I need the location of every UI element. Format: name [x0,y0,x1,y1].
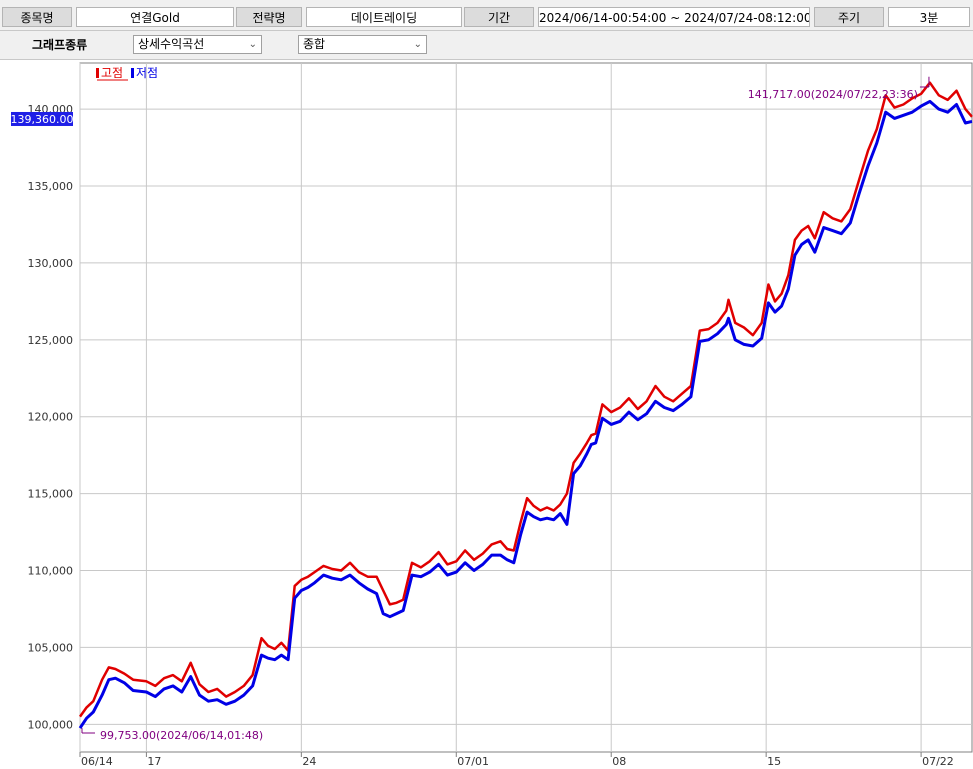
legend-high-label: 고점 [101,66,123,80]
y-tick-label: 120,000 [28,411,74,424]
y-tick-label: 135,000 [28,180,74,193]
period-label: 기간 [464,7,534,27]
legend-low-swatch [131,68,134,78]
symbol-value: 연결Gold [76,7,234,27]
y-tick-label: 110,000 [28,565,74,578]
legend-low-label: 저점 [136,66,158,80]
period-value: 2024/06/14-00:54:00 ~ 2024/07/24-08:12:0… [538,7,810,27]
x-tick-label: 17 [147,755,161,768]
chevron-down-icon: ⌄ [248,39,257,50]
current-value-label: 139,360.00 [11,113,74,126]
y-tick-label: 105,000 [28,641,74,654]
max-annotation-label: 141,717.00(2024/07/22,23:36) [748,88,918,101]
header-bar: 종목명 연결Gold 전략명 데이트레이딩 기간 2024/06/14-00:5… [0,0,973,31]
min-annotation-label: 99,753.00(2024/06/14,01:48) [100,729,263,742]
x-tick-label: 07/01 [457,755,489,768]
strategy-value: 데이트레이딩 [306,7,462,27]
graph-type-value: 상세수익곡선 [138,37,205,51]
y-tick-label: 130,000 [28,257,74,270]
legend-high-swatch [96,68,99,78]
x-tick-label: 24 [302,755,316,768]
y-tick-label: 115,000 [28,488,74,501]
x-tick-label: 15 [767,755,781,768]
x-tick-label: 07/22 [922,755,954,768]
y-tick-label: 125,000 [28,334,74,347]
symbol-label: 종목명 [2,7,72,27]
strategy-label: 전략명 [236,7,302,27]
x-tick-label: 06/14 [81,755,113,768]
options-bar: 그래프종류 상세수익곡선 ⌄ 종합 ⌄ [0,31,973,60]
view-select[interactable]: 종합 ⌄ [298,35,427,54]
equity-curve-chart: 100,000 105,000 110,000 115,000 120,000 125,0… [11,62,973,768]
graph-type-select[interactable]: 상세수익곡선 ⌄ [133,35,262,54]
y-tick-label: 100,000 [28,718,74,731]
chevron-down-icon: ⌄ [413,39,422,50]
x-tick-label: 08 [612,755,626,768]
graph-type-label: 그래프종류 [32,38,88,52]
plot-area [79,62,973,753]
cycle-label: 주기 [814,7,884,27]
cycle-value: 3분 [888,7,970,27]
view-value: 종합 [303,37,326,51]
